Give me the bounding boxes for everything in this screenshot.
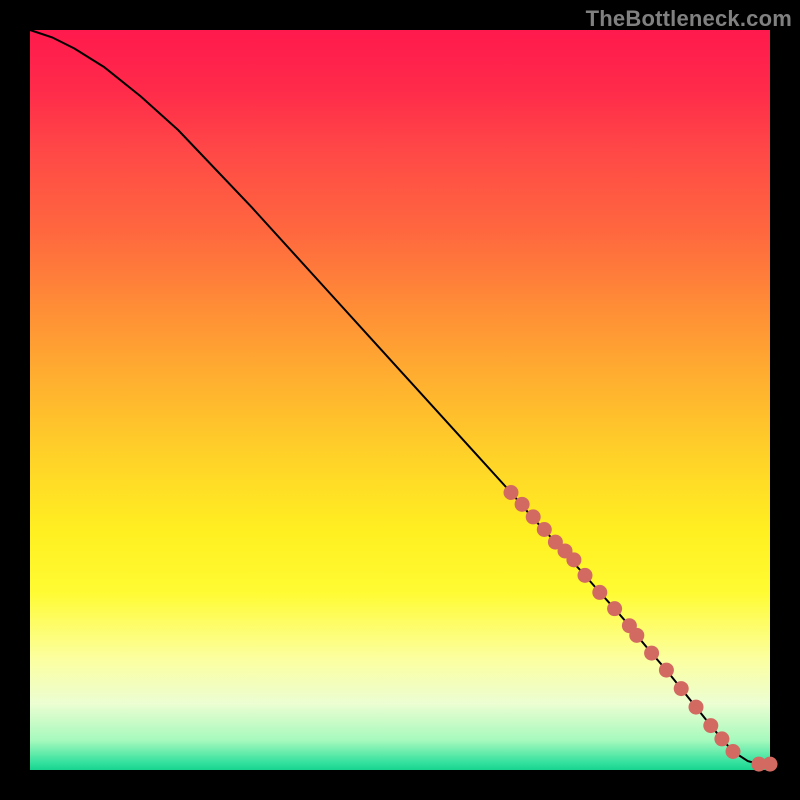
chart-overlay xyxy=(30,30,770,770)
chart-stage: TheBottleneck.com xyxy=(0,0,800,800)
scatter-point xyxy=(526,509,541,524)
scatter-point xyxy=(689,700,704,715)
scatter-point xyxy=(726,744,741,759)
scatter-point xyxy=(659,663,674,678)
scatter-point xyxy=(515,497,530,512)
scatter-point xyxy=(537,522,552,537)
scatter-point xyxy=(703,718,718,733)
scatter-point xyxy=(592,585,607,600)
scatter-point xyxy=(578,568,593,583)
scatter-points xyxy=(504,485,778,772)
plot-area xyxy=(30,30,770,770)
scatter-point xyxy=(644,646,659,661)
scatter-point xyxy=(504,485,519,500)
scatter-point xyxy=(763,757,778,772)
scatter-point xyxy=(629,628,644,643)
scatter-point xyxy=(566,552,581,567)
scatter-point xyxy=(674,681,689,696)
scatter-point xyxy=(607,601,622,616)
watermark-label: TheBottleneck.com xyxy=(586,6,792,32)
scatter-point xyxy=(714,731,729,746)
